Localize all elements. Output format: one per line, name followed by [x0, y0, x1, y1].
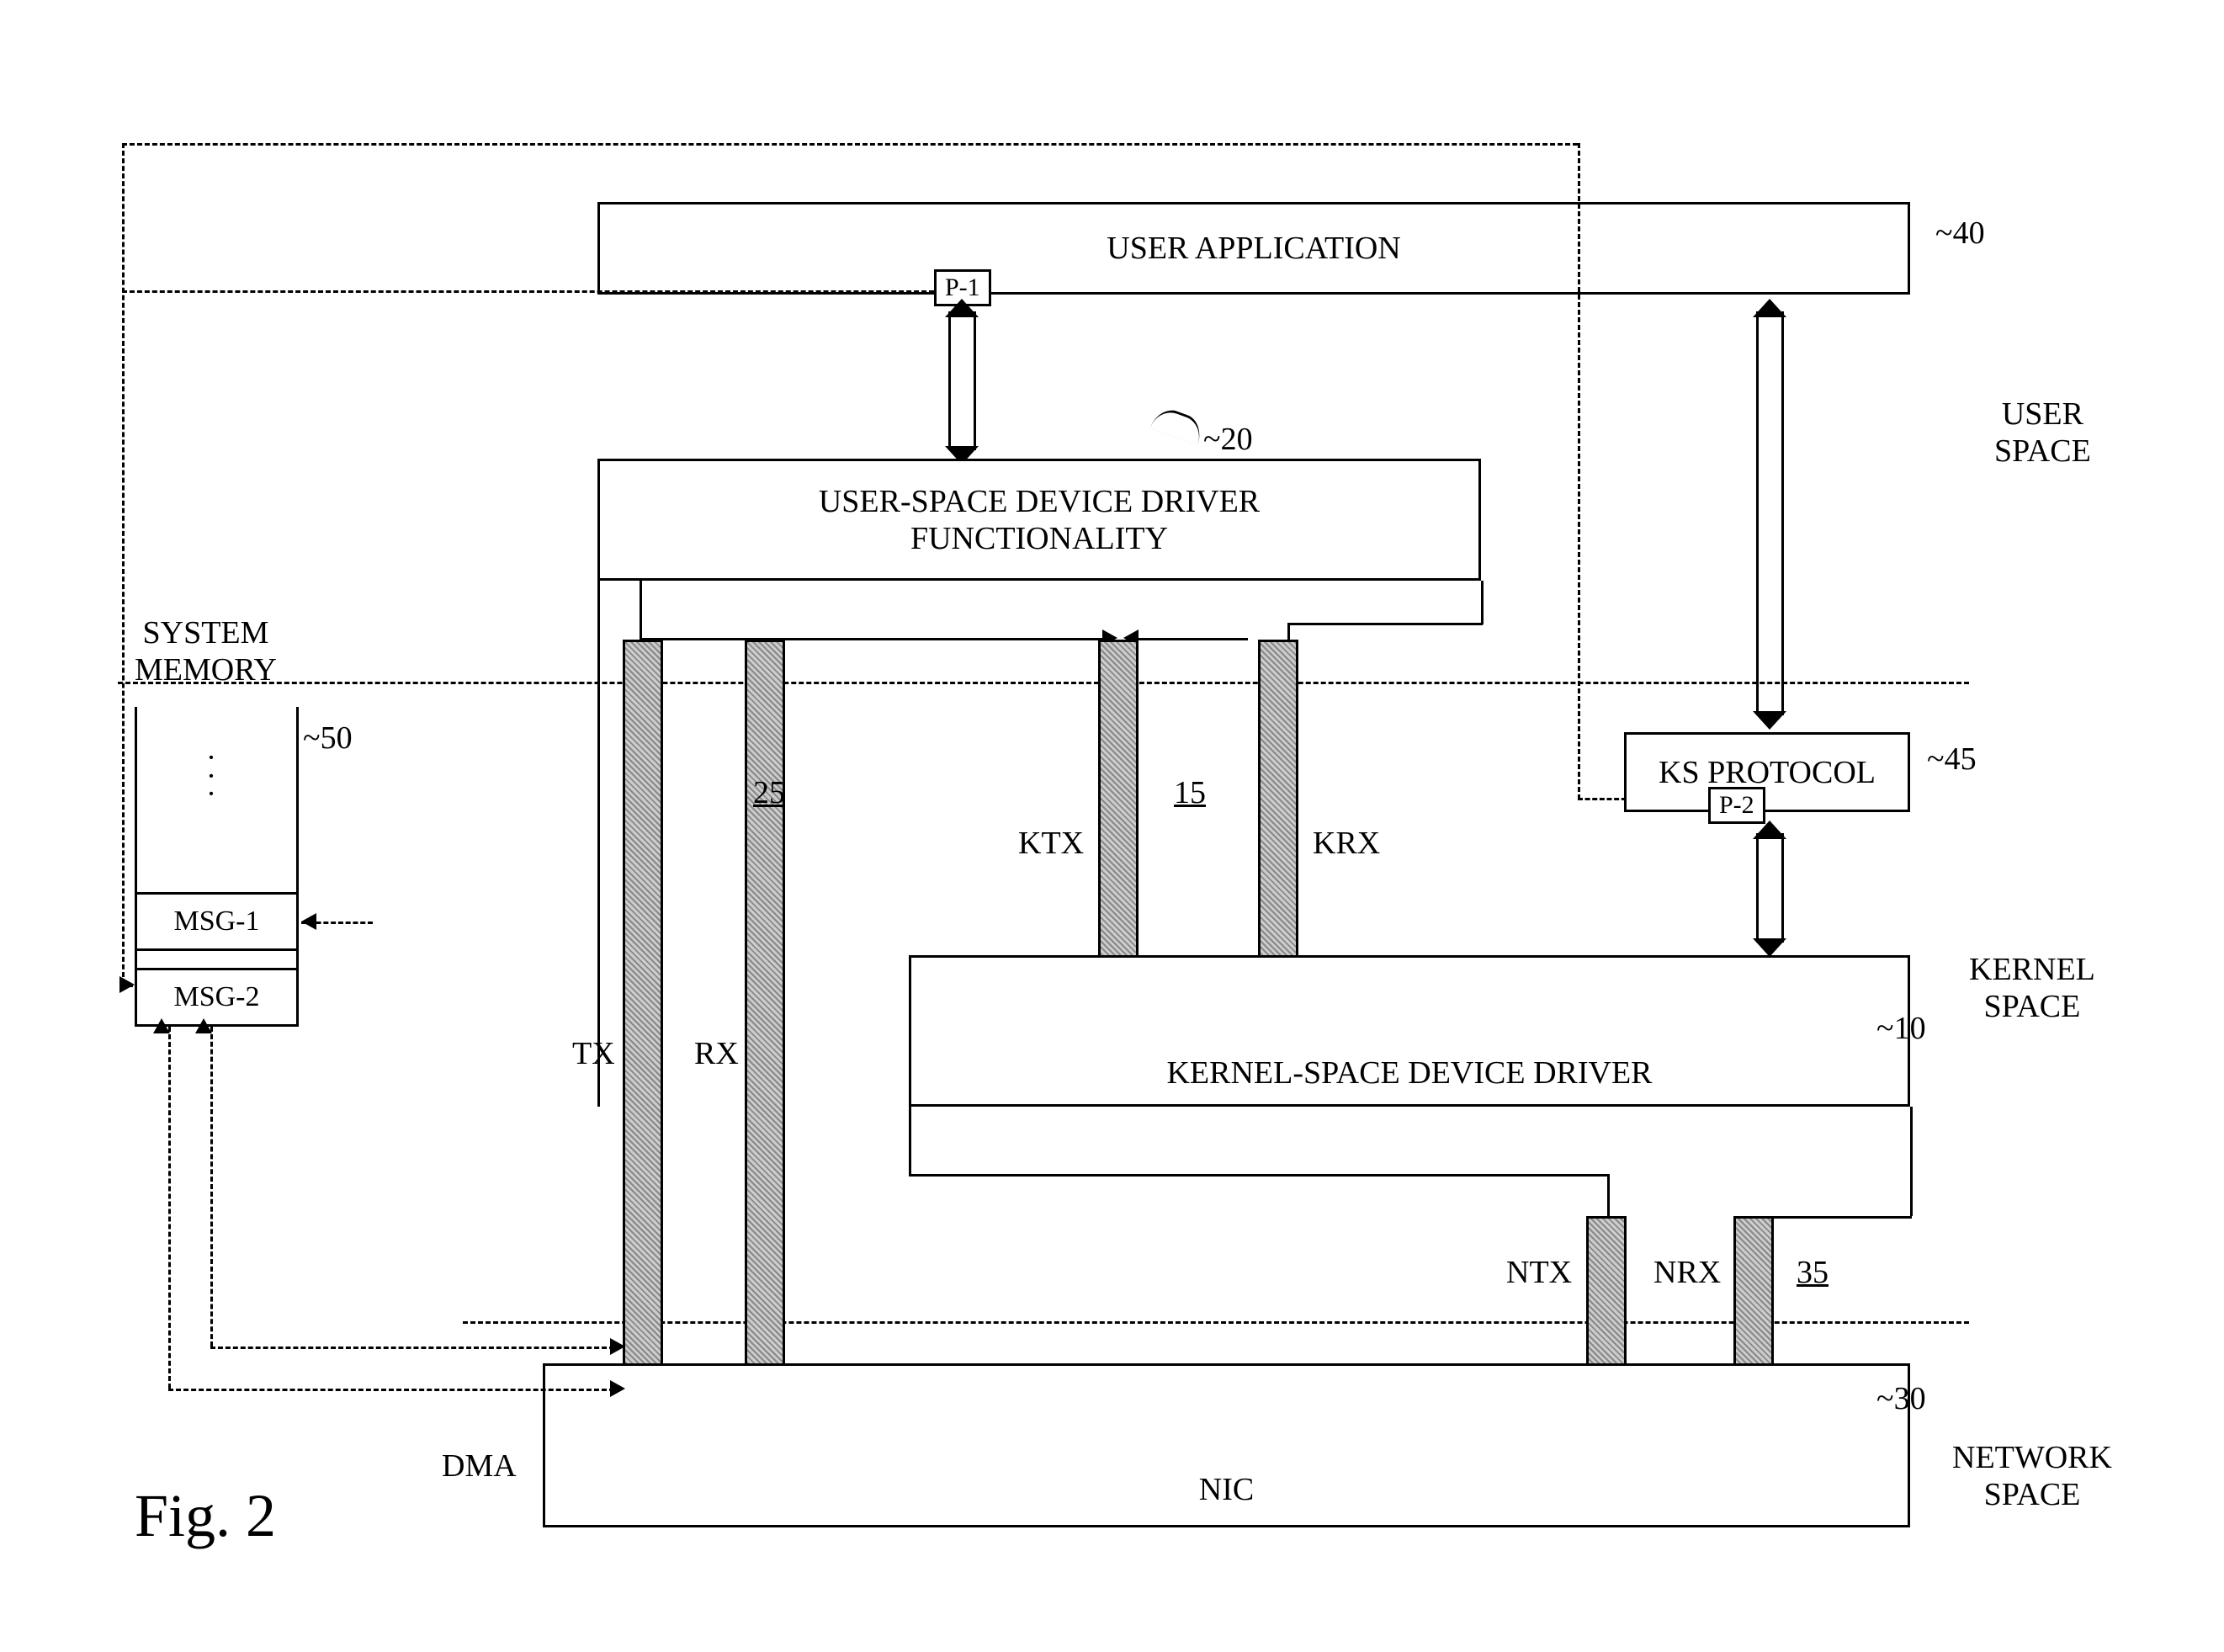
dma-v1	[168, 1027, 171, 1389]
ks-protocol-label: KS PROTOCOL	[1659, 754, 1876, 791]
usd-to-krx-v	[1287, 623, 1290, 640]
nic-top-break	[545, 1366, 798, 1374]
ksd-right-v	[1910, 1107, 1913, 1216]
nic-box: NIC	[543, 1363, 1910, 1527]
ref-35: 35	[1797, 1254, 1829, 1291]
p1-dashed-vert	[122, 143, 125, 985]
krx-back-h	[1139, 638, 1248, 640]
ks-protocol-port-p2: P-2	[1708, 787, 1765, 824]
krx-label: KRX	[1313, 825, 1380, 862]
msg1-arrowhead	[301, 913, 316, 930]
user-application-label: USER APPLICATION	[1107, 230, 1400, 267]
figure-label: Fig. 2	[135, 1481, 276, 1551]
ref-45: ~45	[1927, 741, 1977, 778]
usd-driver-box: USER-SPACE DEVICE DRIVER FUNCTIONALITY	[597, 459, 1481, 581]
dma-h2	[210, 1347, 614, 1349]
ref-30: ~30	[1876, 1380, 1926, 1417]
rx-queue	[745, 640, 785, 1372]
ksd-to-ntx-h	[909, 1174, 1607, 1177]
ntx-label: NTX	[1506, 1254, 1572, 1291]
usd-driver-label: USER-SPACE DEVICE DRIVER FUNCTIONALITY	[819, 483, 1260, 557]
dma-up2	[195, 1018, 212, 1033]
usd-inner-h	[640, 638, 1107, 640]
mem-msg1: MSG-1	[135, 892, 299, 951]
arrow-userapp-ksprotocol	[1746, 299, 1797, 728]
ktx-label: KTX	[1018, 825, 1084, 862]
network-space-label: NETWORK SPACE	[1952, 1439, 2112, 1513]
tx-queue	[623, 640, 663, 1372]
p1-dashed-line	[122, 290, 934, 293]
ref-50: ~50	[303, 720, 353, 757]
usd-inner-left	[640, 581, 642, 640]
ref-20: ~20	[1203, 421, 1253, 458]
mem-dots: ···	[206, 749, 216, 804]
architecture-diagram: USER SPACE KERNEL SPACE NETWORK SPACE US…	[0, 0, 2224, 1652]
nic-label: NIC	[1199, 1471, 1254, 1508]
tx-label: TX	[572, 1035, 615, 1072]
dma-arrow2	[610, 1338, 625, 1355]
usd-left-side	[597, 581, 600, 1107]
user-space-label: USER SPACE	[1994, 396, 2091, 470]
ks-protocol-box: KS PROTOCOL	[1624, 732, 1910, 812]
ksd-left-v	[909, 1052, 911, 1174]
top-dashed-down	[1578, 143, 1580, 799]
sys-mem-label: SYSTEM MEMORY	[135, 614, 277, 688]
dma-v2	[210, 1027, 213, 1347]
ref-10: ~10	[1876, 1010, 1926, 1047]
dma-h1	[168, 1389, 614, 1391]
msg2-arrowhead-in	[119, 976, 135, 993]
user-kernel-boundary	[118, 682, 1969, 684]
ref-15: 15	[1174, 774, 1206, 811]
ksd-driver-box: KERNEL-SPACE DEVICE DRIVER	[909, 955, 1910, 1107]
user-application-box: USER APPLICATION	[597, 202, 1910, 295]
ksd-to-nrx-h	[1767, 1216, 1912, 1219]
top-dashed	[122, 143, 1578, 146]
usd-to-krx-h	[1287, 623, 1483, 625]
ksd-driver-label: KERNEL-SPACE DEVICE DRIVER	[1166, 1054, 1652, 1092]
ksd-to-ntx-v	[1607, 1174, 1610, 1216]
leader-20	[1150, 405, 1207, 446]
mem-top-open	[137, 707, 296, 712]
usd-right-down	[1481, 581, 1484, 624]
arrow-ksprotocol-ksdriver	[1746, 821, 1797, 955]
arrow-userapp-usddriver	[938, 299, 989, 463]
kernel-space-label: KERNEL SPACE	[1969, 951, 2095, 1025]
nrx-label: NRX	[1653, 1254, 1721, 1291]
rx-label: RX	[694, 1035, 739, 1072]
dma-label: DMA	[442, 1447, 517, 1485]
ref-40: ~40	[1935, 215, 1985, 252]
ref-25: 25	[753, 774, 785, 811]
dma-up1	[153, 1018, 170, 1033]
dma-arrow1	[610, 1380, 625, 1397]
